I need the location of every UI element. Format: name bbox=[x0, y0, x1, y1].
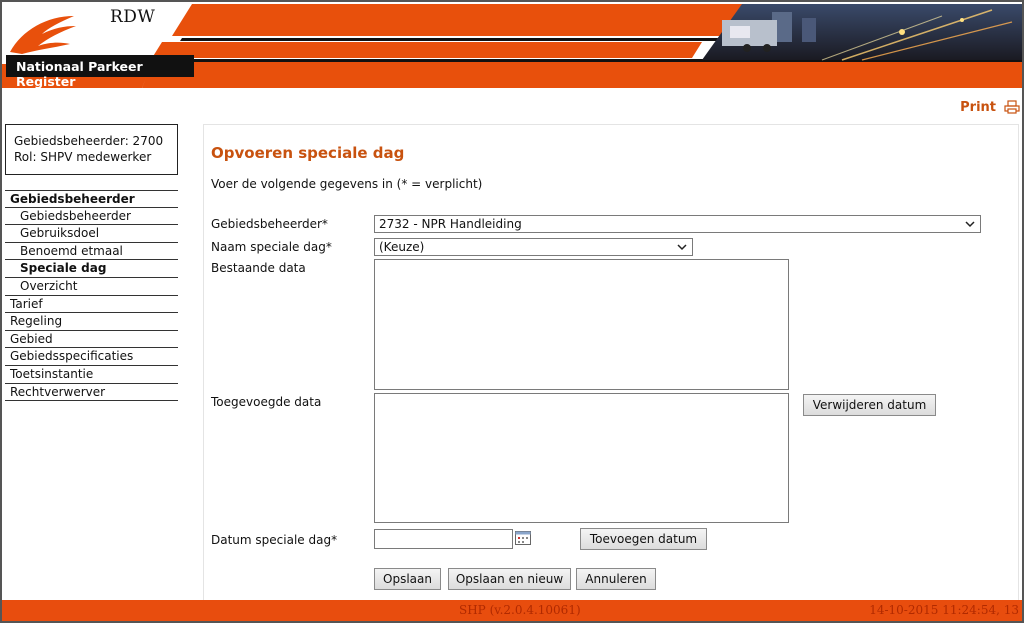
nav-item-overzicht[interactable]: Overzicht bbox=[5, 278, 178, 296]
nav-item-gebruiksdoel[interactable]: Gebruiksdoel bbox=[5, 225, 178, 243]
sidebar-nav: Gebiedsbeheerder Gebiedsbeheerder Gebrui… bbox=[5, 190, 178, 402]
opslaan-button[interactable]: Opslaan bbox=[374, 568, 441, 590]
print-link[interactable]: Print bbox=[960, 100, 996, 115]
annuleren-button[interactable]: Annuleren bbox=[576, 568, 656, 590]
opslaan-en-nieuw-button[interactable]: Opslaan en nieuw bbox=[448, 568, 571, 590]
brand-logo-text: RDW bbox=[110, 7, 156, 27]
user-role: Rol: SHPV medewerker bbox=[14, 150, 152, 164]
chevron-down-icon bbox=[965, 221, 975, 228]
nav-item-toetsinstantie[interactable]: Toetsinstantie bbox=[5, 366, 178, 384]
gebiedsbeheerder-select-value: 2732 - NPR Handleiding bbox=[379, 217, 522, 231]
toevoegen-datum-button[interactable]: Toevoegen datum bbox=[580, 528, 707, 550]
form-intro: Voer de volgende gegevens in (* = verpli… bbox=[211, 177, 483, 191]
verwijderen-datum-button[interactable]: Verwijderen datum bbox=[803, 394, 936, 416]
naam-speciale-dag-select[interactable]: (Keuze) bbox=[374, 238, 693, 256]
nav-item-regeling[interactable]: Regeling bbox=[5, 313, 178, 331]
page-title: Opvoeren speciale dag bbox=[211, 144, 405, 162]
gebiedsbeheerder-select[interactable]: 2732 - NPR Handleiding bbox=[374, 215, 981, 233]
datum-speciale-dag-label: Datum speciale dag* bbox=[211, 533, 338, 547]
printer-icon[interactable] bbox=[1004, 100, 1020, 114]
nav-item-gebiedsbeheerder[interactable]: Gebiedsbeheerder bbox=[5, 208, 178, 226]
user-info-box: Gebiedsbeheerder: 2700 Rol: SHPV medewer… bbox=[5, 124, 178, 175]
gebiedsbeheerder-label: Gebiedsbeheerder* bbox=[211, 217, 328, 231]
footer-bar: SHP (v.2.0.4.10061) 14-10-2015 11:24:54,… bbox=[2, 600, 1022, 621]
footer-timestamp: 14-10-2015 11:24:54, 13 bbox=[869, 603, 1019, 617]
bestaande-data-list[interactable] bbox=[374, 259, 789, 390]
nav-item-speciale-dag[interactable]: Speciale dag bbox=[5, 260, 178, 278]
app-title: Nationaal Parkeer Register bbox=[6, 55, 194, 89]
toegevoegde-data-label: Toegevoegde data bbox=[211, 395, 322, 409]
calendar-icon[interactable] bbox=[515, 530, 531, 545]
nav-item-tarief[interactable]: Tarief bbox=[5, 296, 178, 314]
nav-item-gebiedsspecificaties[interactable]: Gebiedsspecificaties bbox=[5, 348, 178, 366]
toegevoegde-data-list[interactable] bbox=[374, 393, 789, 523]
bestaande-data-label: Bestaande data bbox=[211, 261, 306, 275]
naam-speciale-dag-label: Naam speciale dag* bbox=[211, 240, 332, 254]
nav-group-gebiedsbeheerder[interactable]: Gebiedsbeheerder bbox=[5, 190, 178, 208]
user-gebiedsbeheerder: Gebiedsbeheerder: 2700 bbox=[14, 134, 164, 148]
nav-item-gebied[interactable]: Gebied bbox=[5, 331, 178, 349]
datum-speciale-dag-input[interactable] bbox=[374, 529, 513, 549]
nav-item-benoemd-etmaal[interactable]: Benoemd etmaal bbox=[5, 243, 178, 261]
header-banner: RDW Nationaal Parkeer Register bbox=[2, 2, 1022, 90]
chevron-down-icon bbox=[677, 244, 687, 251]
naam-speciale-dag-select-value: (Keuze) bbox=[379, 240, 425, 254]
footer-version: SHP (v.2.0.4.10061) bbox=[459, 603, 581, 617]
nav-item-rechtverwerver[interactable]: Rechtverwerver bbox=[5, 384, 178, 402]
